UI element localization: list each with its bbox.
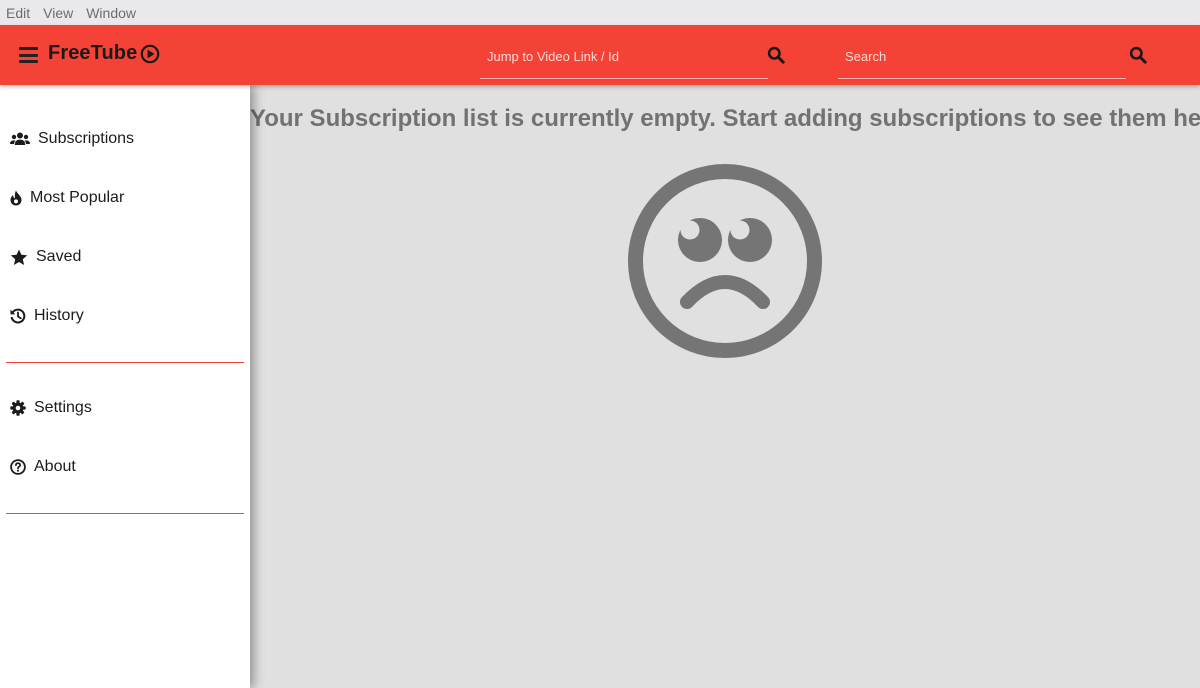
sidebar-item-about[interactable]: About bbox=[0, 447, 250, 487]
question-circle-icon bbox=[10, 459, 26, 475]
star-icon bbox=[10, 249, 28, 265]
sad-face-icon bbox=[628, 164, 822, 358]
sidebar: Subscriptions Most Popular Saved History bbox=[0, 85, 250, 688]
menu-edit[interactable]: Edit bbox=[6, 5, 30, 21]
search-icon[interactable] bbox=[1129, 46, 1147, 64]
sidebar-item-saved[interactable]: Saved bbox=[0, 237, 250, 277]
gear-icon bbox=[10, 400, 26, 416]
fire-icon bbox=[10, 190, 22, 206]
sidebar-item-history[interactable]: History bbox=[0, 296, 250, 336]
sidebar-item-most-popular[interactable]: Most Popular bbox=[0, 178, 250, 218]
users-icon bbox=[10, 132, 30, 145]
top-nav: FreeTube bbox=[0, 25, 1200, 85]
empty-subscriptions-message: Your Subscription list is currently empt… bbox=[250, 105, 1200, 132]
sidebar-item-label: Most Popular bbox=[30, 189, 125, 206]
sidebar-item-label: About bbox=[34, 458, 76, 475]
sidebar-item-settings[interactable]: Settings bbox=[0, 388, 250, 428]
sidebar-item-label: History bbox=[34, 307, 84, 324]
search-field bbox=[838, 37, 1126, 79]
sidebar-divider bbox=[6, 362, 244, 363]
jump-to-video-field bbox=[480, 37, 768, 79]
history-icon bbox=[10, 308, 26, 324]
app-menu-bar: Edit View Window bbox=[0, 0, 1200, 25]
sidebar-divider bbox=[6, 513, 244, 514]
jump-to-video-input[interactable] bbox=[480, 37, 768, 75]
sidebar-item-label: Saved bbox=[36, 248, 82, 265]
search-icon[interactable] bbox=[767, 46, 785, 64]
sidebar-item-subscriptions[interactable]: Subscriptions bbox=[0, 119, 250, 159]
menu-view[interactable]: View bbox=[43, 5, 73, 21]
hamburger-menu-icon[interactable] bbox=[19, 47, 38, 63]
sidebar-item-label: Settings bbox=[34, 399, 92, 416]
menu-window[interactable]: Window bbox=[86, 5, 136, 21]
app-logo[interactable]: FreeTube bbox=[48, 42, 160, 65]
search-input[interactable] bbox=[838, 37, 1126, 75]
play-circle-icon bbox=[141, 44, 160, 63]
main-content: Your Subscription list is currently empt… bbox=[250, 85, 1200, 688]
sidebar-item-label: Subscriptions bbox=[38, 130, 135, 147]
logo-text: FreeTube bbox=[48, 42, 138, 64]
